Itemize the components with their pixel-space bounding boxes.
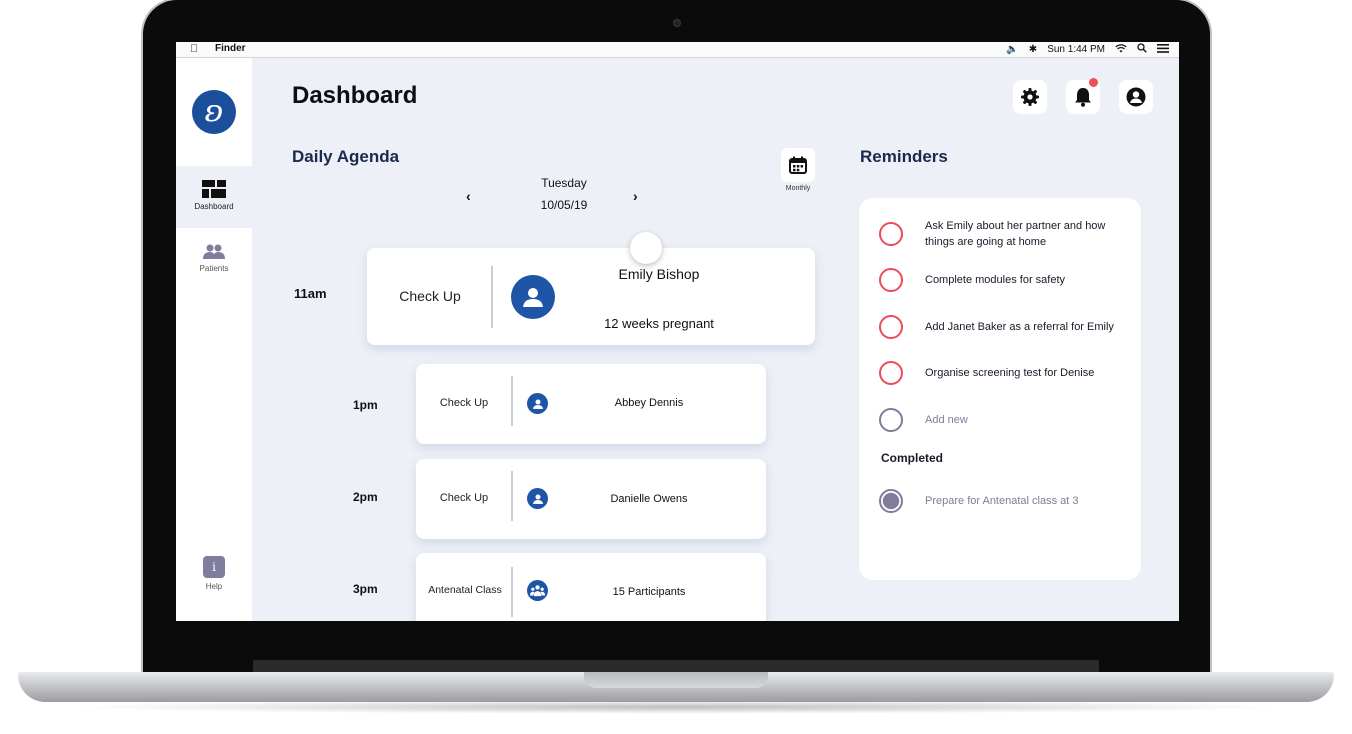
control-center-icon[interactable] [1157, 43, 1169, 56]
brand-logo-icon[interactable]: ʚ [192, 90, 236, 134]
webcam [673, 19, 681, 27]
patient-detail: 12 weeks pregnant [604, 316, 714, 331]
reminder-text: Organise screening test for Denise [925, 367, 1095, 379]
sidebar-item-label: Dashboard [194, 202, 234, 211]
appointment-card[interactable]: Antenatal Class 15 Participants [416, 553, 766, 621]
time-label: 3pm [353, 582, 378, 596]
reminder-item[interactable]: Ask Emily about her partner and how thin… [879, 218, 1129, 250]
page-title: Dashboard [292, 82, 418, 109]
reminders-panel: Ask Emily about her partner and how thin… [859, 198, 1141, 580]
patients-icon [203, 244, 225, 259]
time-label: 1pm [353, 398, 378, 412]
card-divider [511, 567, 513, 617]
spotlight-search-icon[interactable] [1137, 43, 1147, 56]
patient-avatar-icon [511, 275, 555, 319]
next-day-button[interactable]: › [633, 188, 638, 204]
agenda-title: Daily Agenda [292, 147, 400, 166]
add-new-label: Add new [925, 414, 968, 426]
monthly-label: Monthly [785, 185, 811, 192]
help-label: Help [205, 582, 223, 591]
completed-checkbox[interactable] [879, 489, 903, 513]
reminder-checkbox[interactable] [879, 222, 903, 246]
card-divider [511, 471, 513, 521]
user-avatar-icon [1126, 87, 1146, 107]
patient-name: Abbey Dennis [614, 397, 684, 409]
patient-avatar-icon [527, 393, 548, 414]
settings-button[interactable] [1013, 80, 1047, 114]
completed-heading: Completed [881, 451, 944, 465]
appointment-card[interactable]: Check Up Danielle Owens [416, 459, 766, 539]
gear-icon [1021, 88, 1039, 106]
appointment-card[interactable]: Check Up Abbey Dennis [416, 364, 766, 444]
wifi-icon[interactable] [1115, 43, 1127, 56]
apple-icon[interactable]:  [190, 43, 198, 55]
account-button[interactable] [1119, 80, 1153, 114]
menubar-clock[interactable]: Sun 1:44 PM [1047, 44, 1105, 55]
card-divider [491, 266, 493, 328]
sidebar-item-dashboard[interactable]: Dashboard [176, 166, 252, 228]
menubar-app-name[interactable]: Finder [215, 43, 246, 54]
time-label: 11am [294, 286, 327, 301]
help-button[interactable]: i Help [176, 556, 252, 591]
bluetooth-icon[interactable]: ✱ [1029, 44, 1037, 55]
mac-menubar:  Finder 🔈 ✱ Sun 1:44 PM [176, 42, 1179, 58]
reminder-text: Ask Emily about her partner and how thin… [925, 220, 1106, 248]
reminder-text: Add Janet Baker as a referral for Emily [925, 321, 1114, 333]
current-time-indicator[interactable] [630, 232, 662, 264]
completed-reminder-item[interactable]: Prepare for Antenatal class at 3 [879, 489, 1129, 513]
sidebar-item-patients[interactable]: Patients [176, 230, 252, 292]
reminder-item[interactable]: Add Janet Baker as a referral for Emily [879, 315, 1129, 339]
volume-icon[interactable]: 🔈 [1006, 44, 1018, 55]
add-new-reminder[interactable]: Add new [879, 408, 1129, 432]
screen:  Finder 🔈 ✱ Sun 1:44 PM ʚ Dashboard [176, 42, 1179, 621]
info-icon: i [203, 556, 225, 578]
notification-badge [1089, 78, 1098, 87]
appointment-type: Antenatal Class [428, 584, 502, 596]
laptop-shadow [60, 700, 1292, 714]
card-divider [511, 376, 513, 426]
appointment-type: Check Up [439, 492, 489, 504]
patient-avatar-icon [527, 488, 548, 509]
sidebar-item-label: Patients [199, 264, 229, 273]
monthly-view-button[interactable]: Monthly [781, 148, 815, 192]
reminder-text: Complete modules for safety [925, 274, 1066, 286]
appointment-type: Check Up [439, 397, 489, 409]
patient-name: Danielle Owens [610, 493, 688, 505]
sidebar: ʚ Dashboard Patients i Help [176, 58, 252, 621]
group-participants-icon [527, 580, 548, 601]
reminders-title: Reminders [860, 147, 948, 166]
add-reminder-circle[interactable] [879, 408, 903, 432]
patient-name: Emily Bishop [618, 266, 700, 282]
bell-icon [1075, 88, 1091, 107]
appointment-type: Check Up [399, 288, 461, 304]
calendar-icon [789, 156, 807, 174]
appointment-card-featured[interactable]: Check Up Emily Bishop 12 weeks pregnant [367, 248, 815, 345]
reminder-item[interactable]: Organise screening test for Denise [879, 361, 1129, 385]
reminder-checkbox[interactable] [879, 315, 903, 339]
bezel-bottom [253, 660, 1099, 672]
reminder-item[interactable]: Complete modules for safety [879, 268, 1129, 292]
notifications-button[interactable] [1066, 78, 1100, 114]
reminder-checkbox[interactable] [879, 361, 903, 385]
reminder-checkbox[interactable] [879, 268, 903, 292]
laptop-notch [584, 672, 768, 688]
time-label: 2pm [353, 490, 378, 504]
participants-count: 15 Participants [612, 586, 686, 598]
dashboard-icon [202, 180, 226, 198]
completed-reminder-text: Prepare for Antenatal class at 3 [925, 495, 1079, 507]
